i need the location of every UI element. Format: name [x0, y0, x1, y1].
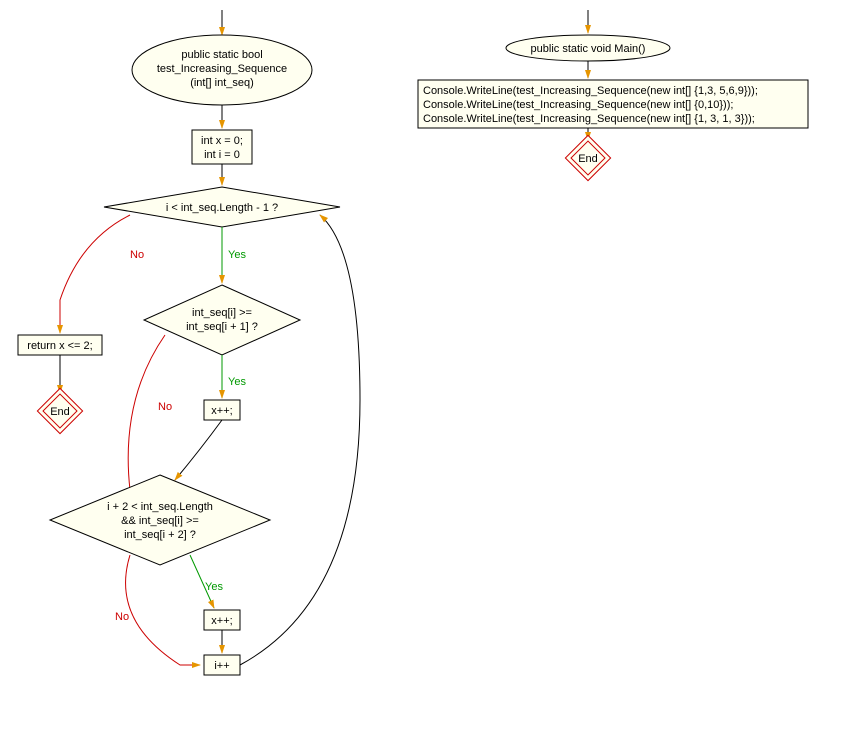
flowchart-canvas: public static bool test_Increasing_Seque…: [0, 0, 842, 750]
arrow-inc1-cond3: [175, 420, 222, 480]
cond1-no-label: No: [130, 249, 144, 261]
cond1-label: i < int_seq.Length - 1 ?: [166, 202, 278, 214]
end-node-right: End: [565, 135, 610, 180]
init-l1: int x = 0;: [201, 135, 243, 147]
cond3-l2: && int_seq[i] >=: [121, 515, 199, 527]
start-label-l2: test_Increasing_Sequence: [157, 63, 287, 75]
start-label-l3: (int[] int_seq): [190, 77, 254, 89]
cond1-yes-label: Yes: [228, 249, 246, 261]
arrow-loopback: [240, 215, 360, 665]
cond3-l1: i + 2 < int_seq.Length: [107, 501, 213, 513]
cond2-yes-label: Yes: [228, 376, 246, 388]
end1-label: End: [50, 406, 70, 418]
body-l3: Console.WriteLine(test_Increasing_Sequen…: [423, 113, 755, 125]
cond2-l2: int_seq[i + 1] ?: [186, 321, 258, 333]
cond2-l1: int_seq[i] >=: [192, 307, 252, 319]
body-l1: Console.WriteLine(test_Increasing_Sequen…: [423, 85, 758, 97]
cond2-no-label: No: [158, 401, 172, 413]
inc2-label: x++;: [211, 615, 232, 627]
cond3-l3: int_seq[i + 2] ?: [124, 529, 196, 541]
inc1-label: x++;: [211, 405, 232, 417]
endr-label: End: [578, 153, 598, 165]
arrow-cond3-no: [126, 555, 200, 665]
return-label: return x <= 2;: [27, 340, 92, 352]
inc3-label: i++: [214, 660, 229, 672]
body-l2: Console.WriteLine(test_Increasing_Sequen…: [423, 99, 733, 111]
end-node-left: End: [37, 388, 82, 433]
arrow-cond1-no: [60, 215, 130, 333]
cond3-no-label: No: [115, 611, 129, 623]
init-l2: int i = 0: [204, 149, 240, 161]
cond2-node: [144, 285, 300, 355]
start-label-l1: public static bool: [181, 49, 262, 61]
start-right-label: public static void Main(): [531, 43, 646, 55]
cond3-yes-label: Yes: [205, 581, 223, 593]
